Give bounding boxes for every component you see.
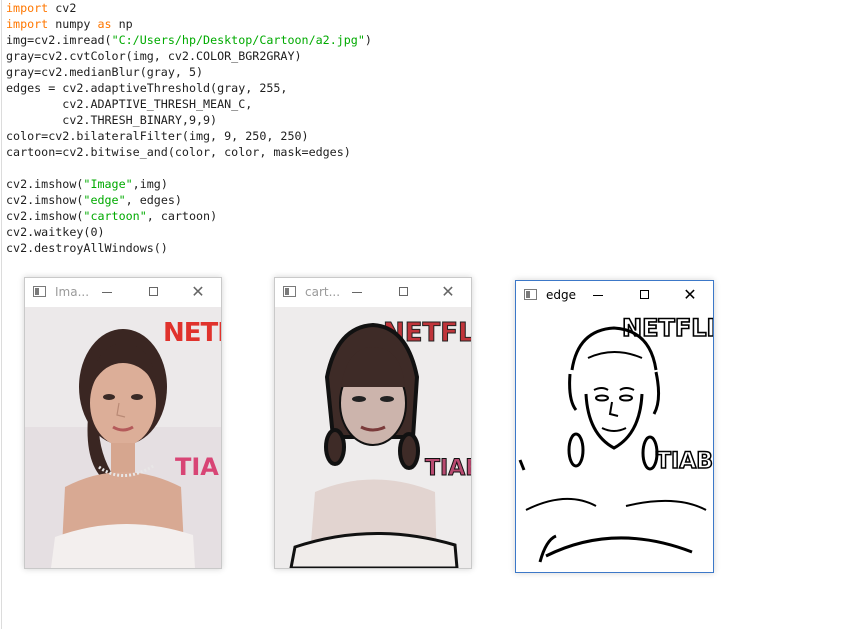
poster-text: TIABL — [656, 449, 713, 474]
code-line: cartoon=cv2.bitwise_and(color, color, ma… — [6, 144, 372, 160]
code-token: edges = cv2.adaptiveThreshold(gray, 255, — [6, 81, 288, 95]
code-line: edges = cv2.adaptiveThreshold(gray, 255, — [6, 80, 372, 96]
editor-gutter-line — [1, 0, 2, 629]
code-line: cv2.THRESH_BINARY,9,9) — [6, 112, 372, 128]
cartoon-photo: NETFLIX TIABL — [275, 307, 471, 568]
window-title: Ima... — [55, 285, 90, 299]
code-line: cv2.imshow("edge", edges) — [6, 192, 372, 208]
poster-text: TIABL — [175, 453, 221, 481]
window-app-icon — [33, 286, 46, 297]
image-photo: NETFLIX TIABL — [25, 307, 221, 568]
maximize-button[interactable] — [622, 281, 668, 310]
code-keyword: import — [6, 1, 49, 15]
code-token: cv2.destroyAllWindows() — [6, 241, 168, 255]
code-token: cv2.waitkey(0) — [6, 225, 105, 239]
window-edge[interactable]: edge ✕ NETFLIX — [515, 280, 714, 573]
code-token: ,img) — [132, 177, 168, 191]
window-edge-titlebar[interactable]: edge ✕ — [516, 281, 713, 310]
code-line: gray=cv2.cvtColor(img, cv2.COLOR_BGR2GRA… — [6, 48, 372, 64]
code-token: numpy — [48, 17, 98, 31]
window-cartoon[interactable]: cart... ✕ NETFLIX TIABL — [274, 277, 472, 569]
code-string: "Image" — [83, 177, 133, 191]
code-token: gray=cv2.cvtColor(img, cv2.COLOR_BGR2GRA… — [6, 49, 302, 63]
code-token: color=cv2.bilateralFilter(img, 9, 250, 2… — [6, 129, 309, 143]
code-token: cv2.THRESH_BINARY,9,9) — [6, 113, 218, 127]
close-button[interactable]: ✕ — [425, 278, 471, 307]
code-token: np — [111, 17, 133, 31]
code-line: cv2.waitkey(0) — [6, 224, 372, 240]
code-line: img=cv2.imread("C:/Users/hp/Desktop/Cart… — [6, 32, 372, 48]
minimize-button[interactable] — [576, 281, 622, 310]
window-image-titlebar[interactable]: Ima... ✕ — [25, 278, 221, 307]
code-keyword: import — [6, 17, 49, 31]
code-line: import cv2 — [6, 0, 372, 16]
maximize-button[interactable] — [131, 278, 177, 307]
code-editor[interactable]: import cv2 import numpy as np img=cv2.imre… — [6, 0, 372, 256]
netflix-logo: NETFLIX — [622, 314, 713, 342]
code-string: "cartoon" — [83, 209, 147, 223]
code-line: color=cv2.bilateralFilter(img, 9, 250, 2… — [6, 128, 372, 144]
window-cartoon-titlebar[interactable]: cart... ✕ — [275, 278, 471, 307]
close-button[interactable]: ✕ — [667, 281, 713, 310]
close-button[interactable]: ✕ — [175, 278, 221, 307]
code-token: img=cv2.imread( — [6, 33, 112, 47]
code-line: cv2.imshow("cartoon", cartoon) — [6, 208, 372, 224]
code-token: ) — [364, 33, 372, 47]
maximize-button[interactable] — [381, 278, 427, 307]
netflix-logo: NETFLIX — [163, 318, 221, 348]
poster-text: TIABL — [425, 456, 471, 481]
edge-photo: NETFLIX — [516, 310, 713, 572]
code-token: cv2.ADAPTIVE_THRESH_MEAN_C, — [6, 97, 253, 111]
minimize-button[interactable] — [85, 278, 131, 307]
code-token: cartoon=cv2.bitwise_and(color, color, ma… — [6, 145, 351, 159]
window-app-icon — [524, 289, 537, 300]
code-string: "edge" — [83, 193, 126, 207]
code-line: cv2.destroyAllWindows() — [6, 240, 372, 256]
minimize-button[interactable] — [335, 278, 381, 307]
code-string: "C:/Users/hp/Desktop/Cartoon/a2.jpg" — [111, 33, 365, 47]
code-keyword: as — [97, 17, 112, 31]
code-token: cv2.imshow( — [6, 193, 84, 207]
code-token: , cartoon) — [146, 209, 218, 223]
code-line: cv2.imshow("Image",img) — [6, 176, 372, 192]
window-title: edge — [546, 288, 576, 302]
window-image[interactable]: Ima... ✕ NETFLIX TIABL — [24, 277, 222, 569]
code-token: , edges) — [125, 193, 182, 207]
code-line: gray=cv2.medianBlur(gray, 5) — [6, 64, 372, 80]
code-token: cv2 — [48, 1, 77, 15]
code-token: cv2.imshow( — [6, 177, 84, 191]
code-line: cv2.ADAPTIVE_THRESH_MEAN_C, — [6, 96, 372, 112]
code-token: gray=cv2.medianBlur(gray, 5) — [6, 65, 204, 79]
code-line: import numpy as np — [6, 16, 372, 32]
window-app-icon — [283, 286, 296, 297]
code-token: cv2.imshow( — [6, 209, 84, 223]
